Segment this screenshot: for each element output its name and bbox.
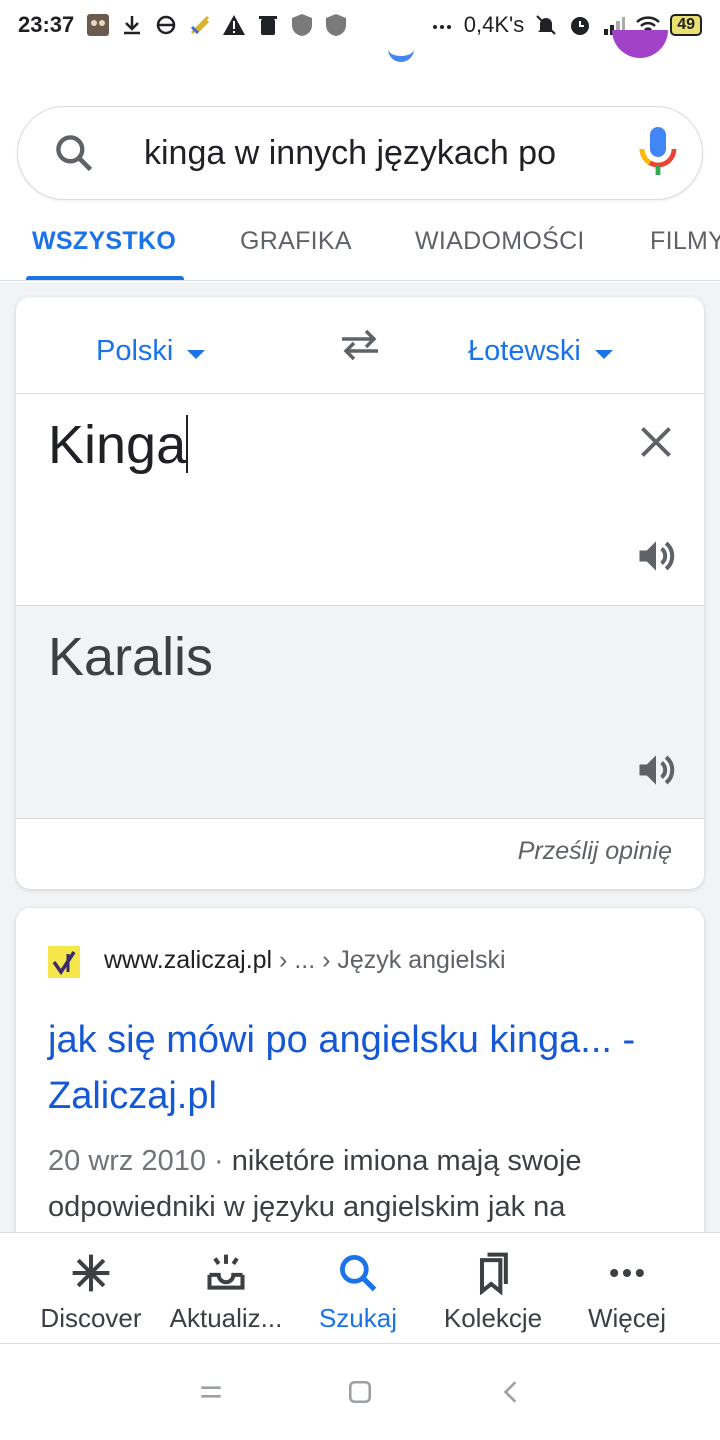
tab-videos[interactable]: FILMY	[650, 227, 720, 256]
avatar[interactable]	[612, 30, 668, 58]
result-breadcrumb[interactable]: www.zaliczaj.pl › ... › Język angielski	[104, 946, 506, 975]
translation-result-area: Karalis	[16, 606, 704, 819]
speaker-icon[interactable]	[634, 534, 678, 578]
app-icon	[191, 15, 210, 35]
tab-news[interactable]: WIADOMOŚCI	[415, 227, 585, 256]
updates-tray-icon	[207, 1254, 245, 1290]
sync-icon	[157, 15, 176, 35]
swap-languages-icon[interactable]	[338, 327, 382, 363]
source-language-label: Polski	[96, 335, 174, 367]
nav-more[interactable]: Więcej	[555, 1251, 699, 1334]
home-icon[interactable]	[347, 1379, 373, 1405]
shield-icon	[326, 14, 347, 36]
notification-icons	[86, 13, 348, 37]
translate-card: Polski Łotewski Kinga Karalis Prześlij o…	[16, 297, 704, 889]
nav-label: Aktualiz...	[169, 1303, 283, 1333]
target-language-label: Łotewski	[468, 335, 581, 367]
mute-icon	[536, 15, 556, 35]
active-tab-indicator	[26, 276, 184, 280]
source-text-area[interactable]: Kinga	[16, 394, 704, 606]
language-selector-row: Polski Łotewski	[16, 297, 704, 394]
warning-icon	[223, 15, 246, 35]
result-domain: www.zaliczaj.pl	[104, 946, 273, 974]
search-input[interactable]: kinga w innych językach po	[144, 134, 584, 173]
translated-text: Karalis	[48, 627, 214, 687]
more-icon	[610, 1268, 644, 1278]
site-favicon	[48, 946, 80, 978]
trash-icon	[259, 16, 278, 35]
nav-search[interactable]: Szukaj	[286, 1251, 430, 1334]
nav-discover[interactable]: Discover	[19, 1251, 163, 1334]
nav-label: Kolekcje	[443, 1303, 543, 1333]
google-logo-partial	[388, 40, 414, 62]
result-title-link[interactable]: jak się mówi po angielsku kinga... - Zal…	[48, 1012, 678, 1124]
source-text: Kinga	[48, 415, 187, 475]
close-icon[interactable]	[638, 424, 674, 460]
chevron-down-icon	[187, 350, 206, 359]
target-language-select[interactable]: Łotewski	[468, 335, 613, 368]
nav-updates[interactable]: Aktualiz...	[154, 1251, 298, 1334]
more-dots-icon	[432, 25, 451, 29]
search-icon	[340, 1255, 377, 1292]
source-text-field[interactable]: Kinga	[48, 414, 189, 476]
chevron-down-icon	[594, 350, 613, 359]
search-bar[interactable]: kinga w innych językach po	[17, 106, 703, 200]
result-snippet: 20 wrz 2010 · niketóre imiona mają swoje…	[48, 1138, 678, 1230]
nav-label: Szukaj	[318, 1303, 398, 1333]
bottom-navigation: Discover Aktualiz... Szukaj Kolekcje Wię…	[0, 1232, 720, 1344]
photo-icon	[87, 14, 110, 36]
status-time: 23:37	[18, 12, 75, 37]
result-date: 20 wrz 2010 ·	[48, 1145, 232, 1177]
search-result: www.zaliczaj.pl › ... › Język angielski …	[16, 908, 704, 1248]
text-cursor	[186, 415, 189, 473]
send-feedback-link[interactable]: Prześlij opinię	[518, 837, 672, 866]
status-bar: 23:37 0,4K's 49	[0, 0, 720, 50]
alarm-icon	[571, 17, 590, 35]
system-navigation-bar	[0, 1345, 720, 1440]
tab-images[interactable]: GRAFIKA	[240, 227, 352, 256]
tab-all[interactable]: WSZYSTKO	[32, 227, 176, 256]
nav-label: Discover	[40, 1303, 142, 1333]
network-speed: 0,4K's	[463, 12, 525, 37]
source-language-select[interactable]: Polski	[96, 335, 206, 368]
bookmarks-icon	[479, 1252, 508, 1295]
battery-icon: 49	[670, 14, 702, 36]
search-icon[interactable]	[52, 131, 96, 175]
back-icon[interactable]	[498, 1379, 524, 1405]
menu-icon[interactable]	[198, 1379, 224, 1405]
download-icon	[124, 16, 141, 35]
nav-label: Więcej	[587, 1303, 666, 1333]
microphone-icon[interactable]	[638, 125, 678, 181]
speaker-icon[interactable]	[634, 748, 678, 792]
nav-collections[interactable]: Kolekcje	[421, 1251, 565, 1334]
result-path: › ... › Język angielski	[272, 946, 506, 974]
shield-icon	[292, 14, 313, 36]
search-tabs: WSZYSTKO GRAFIKA WIADOMOŚCI FILMY	[0, 215, 720, 281]
asterisk-icon	[72, 1254, 110, 1292]
